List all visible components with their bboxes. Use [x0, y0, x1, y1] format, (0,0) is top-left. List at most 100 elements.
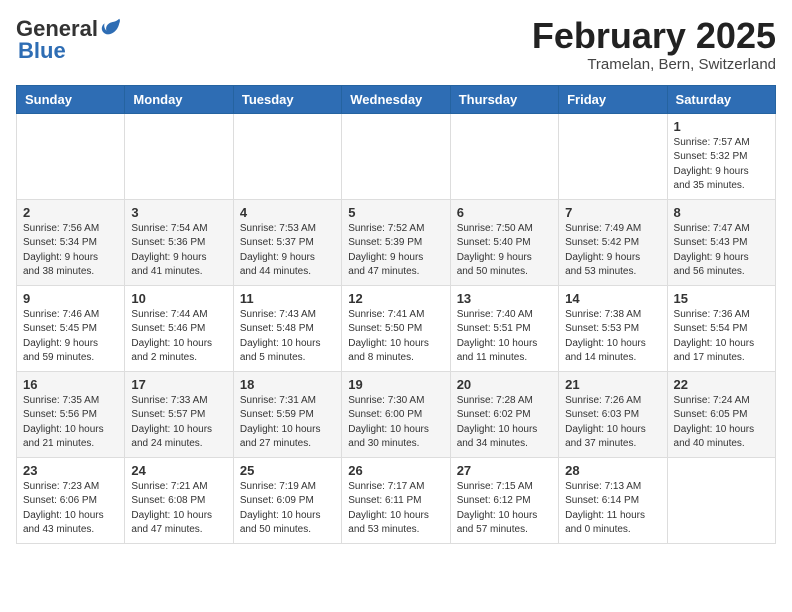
- day-info: Sunrise: 7:30 AM Sunset: 6:00 PM Dayligh…: [348, 394, 443, 452]
- calendar-cell: 25 Sunrise: 7:19 AM Sunset: 6:09 PM Dayli…: [233, 457, 341, 543]
- day-info: Sunrise: 7:33 AM Sunset: 5:57 PM Dayligh…: [131, 394, 226, 452]
- day-number: 18: [240, 377, 335, 392]
- calendar-cell: 22 Sunrise: 7:24 AM Sunset: 6:05 PM Dayli…: [667, 371, 775, 457]
- day-info: Sunrise: 7:23 AM Sunset: 6:06 PM Dayligh…: [23, 480, 118, 538]
- calendar-cell: 5 Sunrise: 7:52 AM Sunset: 5:39 PM Daylig…: [342, 199, 450, 285]
- calendar-week-row: 16Sunrise: 7:35 AM Sunset: 5:56 PM Dayli…: [17, 371, 776, 457]
- calendar-cell: 14 Sunrise: 7:38 AM Sunset: 5:53 PM Dayli…: [559, 285, 667, 371]
- calendar-cell: 24 Sunrise: 7:21 AM Sunset: 6:08 PM Dayli…: [125, 457, 233, 543]
- day-number: 2: [23, 205, 118, 220]
- calendar-cell: 21 Sunrise: 7:26 AM Sunset: 6:03 PM Dayli…: [559, 371, 667, 457]
- calendar-cell: 1Sunrise: 7:57 AM Sunset: 5:32 PM Daylig…: [667, 113, 775, 199]
- day-number: 12: [348, 291, 443, 306]
- day-number: 5: [348, 205, 443, 220]
- calendar-cell: 8 Sunrise: 7:47 AM Sunset: 5:43 PM Daylig…: [667, 199, 775, 285]
- day-info: Sunrise: 7:35 AM Sunset: 5:56 PM Dayligh…: [23, 394, 118, 452]
- day-info: Sunrise: 7:17 AM Sunset: 6:11 PM Dayligh…: [348, 480, 443, 538]
- calendar-cell: [559, 113, 667, 199]
- calendar-cell: 3 Sunrise: 7:54 AM Sunset: 5:36 PM Daylig…: [125, 199, 233, 285]
- calendar-cell: 13 Sunrise: 7:40 AM Sunset: 5:51 PM Dayli…: [450, 285, 558, 371]
- day-info: Sunrise: 7:24 AM Sunset: 6:05 PM Dayligh…: [674, 394, 769, 452]
- calendar-cell: [667, 457, 775, 543]
- day-info: Sunrise: 7:56 AM Sunset: 5:34 PM Dayligh…: [23, 222, 118, 280]
- day-info: Sunrise: 7:19 AM Sunset: 6:09 PM Dayligh…: [240, 480, 335, 538]
- page-header: General Blue February 2025 Tramelan, Ber…: [16, 16, 776, 73]
- day-info: Sunrise: 7:41 AM Sunset: 5:50 PM Dayligh…: [348, 308, 443, 366]
- calendar-cell: 9 Sunrise: 7:46 AM Sunset: 5:45 PM Daylig…: [17, 285, 125, 371]
- calendar-header-row: SundayMondayTuesdayWednesdayThursdayFrid…: [17, 85, 776, 113]
- day-number: 26: [348, 463, 443, 478]
- day-number: 23: [23, 463, 118, 478]
- calendar-cell: 19Sunrise: 7:30 AM Sunset: 6:00 PM Dayli…: [342, 371, 450, 457]
- calendar-week-row: 23 Sunrise: 7:23 AM Sunset: 6:06 PM Dayli…: [17, 457, 776, 543]
- day-info: Sunrise: 7:28 AM Sunset: 6:02 PM Dayligh…: [457, 394, 552, 452]
- calendar-cell: 15Sunrise: 7:36 AM Sunset: 5:54 PM Dayli…: [667, 285, 775, 371]
- day-number: 28: [565, 463, 660, 478]
- day-info: Sunrise: 7:54 AM Sunset: 5:36 PM Dayligh…: [131, 222, 226, 280]
- calendar-cell: 10Sunrise: 7:44 AM Sunset: 5:46 PM Dayli…: [125, 285, 233, 371]
- day-number: 3: [131, 205, 226, 220]
- calendar-cell: 28 Sunrise: 7:13 AM Sunset: 6:14 PM Dayli…: [559, 457, 667, 543]
- calendar-cell: 4 Sunrise: 7:53 AM Sunset: 5:37 PM Daylig…: [233, 199, 341, 285]
- day-info: Sunrise: 7:15 AM Sunset: 6:12 PM Dayligh…: [457, 480, 552, 538]
- day-info: Sunrise: 7:26 AM Sunset: 6:03 PM Dayligh…: [565, 394, 660, 452]
- day-info: Sunrise: 7:43 AM Sunset: 5:48 PM Dayligh…: [240, 308, 335, 366]
- day-number: 22: [674, 377, 769, 392]
- calendar-cell: 23 Sunrise: 7:23 AM Sunset: 6:06 PM Dayli…: [17, 457, 125, 543]
- day-info: Sunrise: 7:36 AM Sunset: 5:54 PM Dayligh…: [674, 308, 769, 366]
- day-info: Sunrise: 7:44 AM Sunset: 5:46 PM Dayligh…: [131, 308, 226, 366]
- title-block: February 2025 Tramelan, Bern, Switzerlan…: [532, 16, 776, 73]
- weekday-header: Friday: [559, 85, 667, 113]
- calendar-cell: 2 Sunrise: 7:56 AM Sunset: 5:34 PM Daylig…: [17, 199, 125, 285]
- day-info: Sunrise: 7:52 AM Sunset: 5:39 PM Dayligh…: [348, 222, 443, 280]
- calendar-week-row: 9 Sunrise: 7:46 AM Sunset: 5:45 PM Daylig…: [17, 285, 776, 371]
- weekday-header: Thursday: [450, 85, 558, 113]
- logo-blue-text: Blue: [18, 38, 66, 64]
- day-info: Sunrise: 7:40 AM Sunset: 5:51 PM Dayligh…: [457, 308, 552, 366]
- day-number: 6: [457, 205, 552, 220]
- logo: General Blue: [16, 16, 122, 64]
- month-title: February 2025: [532, 16, 776, 56]
- calendar-cell: 26 Sunrise: 7:17 AM Sunset: 6:11 PM Dayli…: [342, 457, 450, 543]
- day-number: 24: [131, 463, 226, 478]
- location-text: Tramelan, Bern, Switzerland: [532, 56, 776, 73]
- calendar-cell: [342, 113, 450, 199]
- day-number: 27: [457, 463, 552, 478]
- day-info: Sunrise: 7:49 AM Sunset: 5:42 PM Dayligh…: [565, 222, 660, 280]
- day-number: 25: [240, 463, 335, 478]
- calendar-cell: [233, 113, 341, 199]
- calendar-cell: [450, 113, 558, 199]
- weekday-header: Wednesday: [342, 85, 450, 113]
- calendar-cell: [125, 113, 233, 199]
- day-number: 1: [674, 119, 769, 134]
- weekday-header: Tuesday: [233, 85, 341, 113]
- day-info: Sunrise: 7:47 AM Sunset: 5:43 PM Dayligh…: [674, 222, 769, 280]
- calendar-cell: 18Sunrise: 7:31 AM Sunset: 5:59 PM Dayli…: [233, 371, 341, 457]
- calendar-cell: 17 Sunrise: 7:33 AM Sunset: 5:57 PM Dayli…: [125, 371, 233, 457]
- day-info: Sunrise: 7:50 AM Sunset: 5:40 PM Dayligh…: [457, 222, 552, 280]
- day-info: Sunrise: 7:38 AM Sunset: 5:53 PM Dayligh…: [565, 308, 660, 366]
- weekday-header: Saturday: [667, 85, 775, 113]
- weekday-header: Monday: [125, 85, 233, 113]
- day-number: 7: [565, 205, 660, 220]
- calendar-week-row: 2 Sunrise: 7:56 AM Sunset: 5:34 PM Daylig…: [17, 199, 776, 285]
- calendar-cell: 27 Sunrise: 7:15 AM Sunset: 6:12 PM Dayli…: [450, 457, 558, 543]
- day-number: 13: [457, 291, 552, 306]
- logo-bird-icon: [100, 16, 122, 38]
- day-info: Sunrise: 7:53 AM Sunset: 5:37 PM Dayligh…: [240, 222, 335, 280]
- day-info: Sunrise: 7:46 AM Sunset: 5:45 PM Dayligh…: [23, 308, 118, 366]
- calendar-cell: 7 Sunrise: 7:49 AM Sunset: 5:42 PM Daylig…: [559, 199, 667, 285]
- day-number: 17: [131, 377, 226, 392]
- day-number: 4: [240, 205, 335, 220]
- day-number: 20: [457, 377, 552, 392]
- day-info: Sunrise: 7:21 AM Sunset: 6:08 PM Dayligh…: [131, 480, 226, 538]
- calendar-cell: 12 Sunrise: 7:41 AM Sunset: 5:50 PM Dayli…: [342, 285, 450, 371]
- day-number: 9: [23, 291, 118, 306]
- day-number: 21: [565, 377, 660, 392]
- day-info: Sunrise: 7:13 AM Sunset: 6:14 PM Dayligh…: [565, 480, 660, 538]
- day-number: 14: [565, 291, 660, 306]
- calendar-cell: 16Sunrise: 7:35 AM Sunset: 5:56 PM Dayli…: [17, 371, 125, 457]
- day-number: 8: [674, 205, 769, 220]
- calendar-cell: 20 Sunrise: 7:28 AM Sunset: 6:02 PM Dayli…: [450, 371, 558, 457]
- day-number: 11: [240, 291, 335, 306]
